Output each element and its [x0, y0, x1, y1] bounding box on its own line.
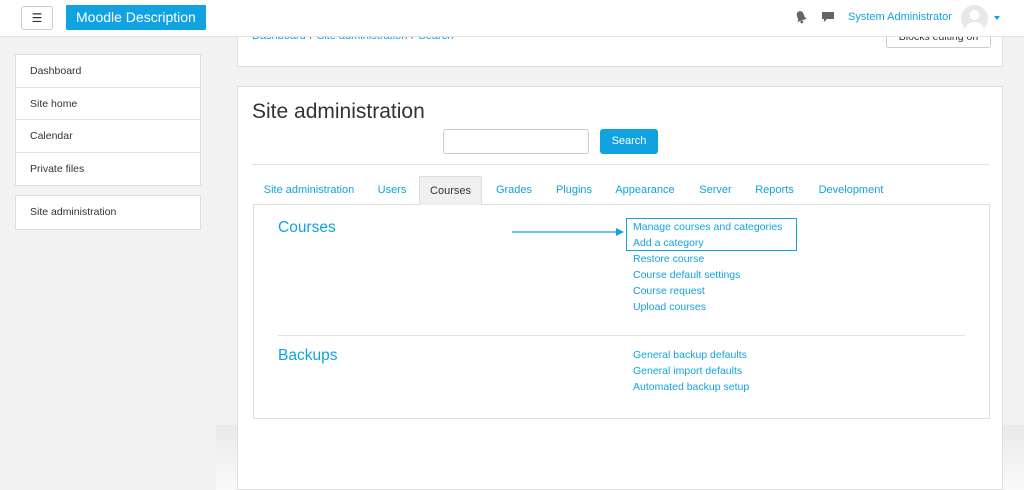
page-title: Site administration	[252, 100, 425, 123]
link-upload-courses[interactable]: Upload courses	[633, 299, 782, 315]
chevron-down-icon[interactable]	[994, 16, 1000, 20]
link-restore-course[interactable]: Restore course	[633, 251, 782, 267]
sidebar-item-site-administration[interactable]: Site administration	[16, 196, 200, 229]
sidebar-item-site-home[interactable]: Site home	[16, 88, 200, 120]
courses-link-list: Manage courses and categories Add a cate…	[633, 219, 782, 315]
sidebar-item-calendar[interactable]: Calendar	[16, 120, 200, 153]
sidebar-item-dashboard[interactable]: Dashboard	[16, 55, 200, 88]
link-add-a-category[interactable]: Add a category	[633, 235, 782, 251]
avatar[interactable]	[961, 5, 988, 32]
section-title-courses: Courses	[278, 219, 336, 236]
link-automated-backup-setup[interactable]: Automated backup setup	[633, 379, 749, 395]
section-title-backups: Backups	[278, 347, 338, 364]
user-menu-name[interactable]: System Administrator	[848, 11, 952, 23]
top-navbar: ☰ Moodle Description System Administrato…	[0, 0, 1024, 37]
section-divider	[278, 335, 965, 336]
tab-reports[interactable]: Reports	[743, 176, 806, 205]
main-content: Site administration Search Site administ…	[237, 86, 1003, 490]
tab-grades[interactable]: Grades	[482, 176, 546, 205]
bell-icon[interactable]	[793, 9, 809, 25]
user-avatar-icon	[965, 10, 984, 32]
site-brand-link[interactable]: Moodle Description	[66, 5, 206, 30]
backups-link-list: General backup defaults General import d…	[633, 347, 749, 395]
admin-tabs: Site administration Users Courses Grades…	[253, 176, 990, 205]
link-general-backup-defaults[interactable]: General backup defaults	[633, 347, 749, 363]
tab-users[interactable]: Users	[365, 176, 419, 205]
link-course-request[interactable]: Course request	[633, 283, 782, 299]
tab-appearance[interactable]: Appearance	[602, 176, 688, 205]
menu-toggle-button[interactable]: ☰	[21, 6, 53, 30]
link-manage-courses-and-categories[interactable]: Manage courses and categories	[633, 219, 782, 235]
tab-panel-courses: Courses Manage courses and categories Ad…	[253, 204, 990, 419]
tab-development[interactable]: Development	[806, 176, 896, 205]
sidebar-admin: Site administration	[15, 195, 201, 230]
tab-server[interactable]: Server	[688, 176, 743, 205]
message-icon[interactable]	[820, 9, 836, 25]
link-course-default-settings[interactable]: Course default settings	[633, 267, 782, 283]
sidebar-item-private-files[interactable]: Private files	[16, 153, 200, 186]
tab-plugins[interactable]: Plugins	[546, 176, 602, 205]
search-input[interactable]	[443, 129, 589, 154]
annotation-arrow	[512, 228, 624, 236]
tab-site-administration[interactable]: Site administration	[253, 176, 365, 205]
search-button[interactable]: Search	[600, 129, 658, 154]
divider	[252, 164, 990, 165]
link-general-import-defaults[interactable]: General import defaults	[633, 363, 749, 379]
tab-courses[interactable]: Courses	[419, 176, 482, 205]
sidebar-nav: Dashboard Site home Calendar Private fil…	[15, 54, 201, 186]
